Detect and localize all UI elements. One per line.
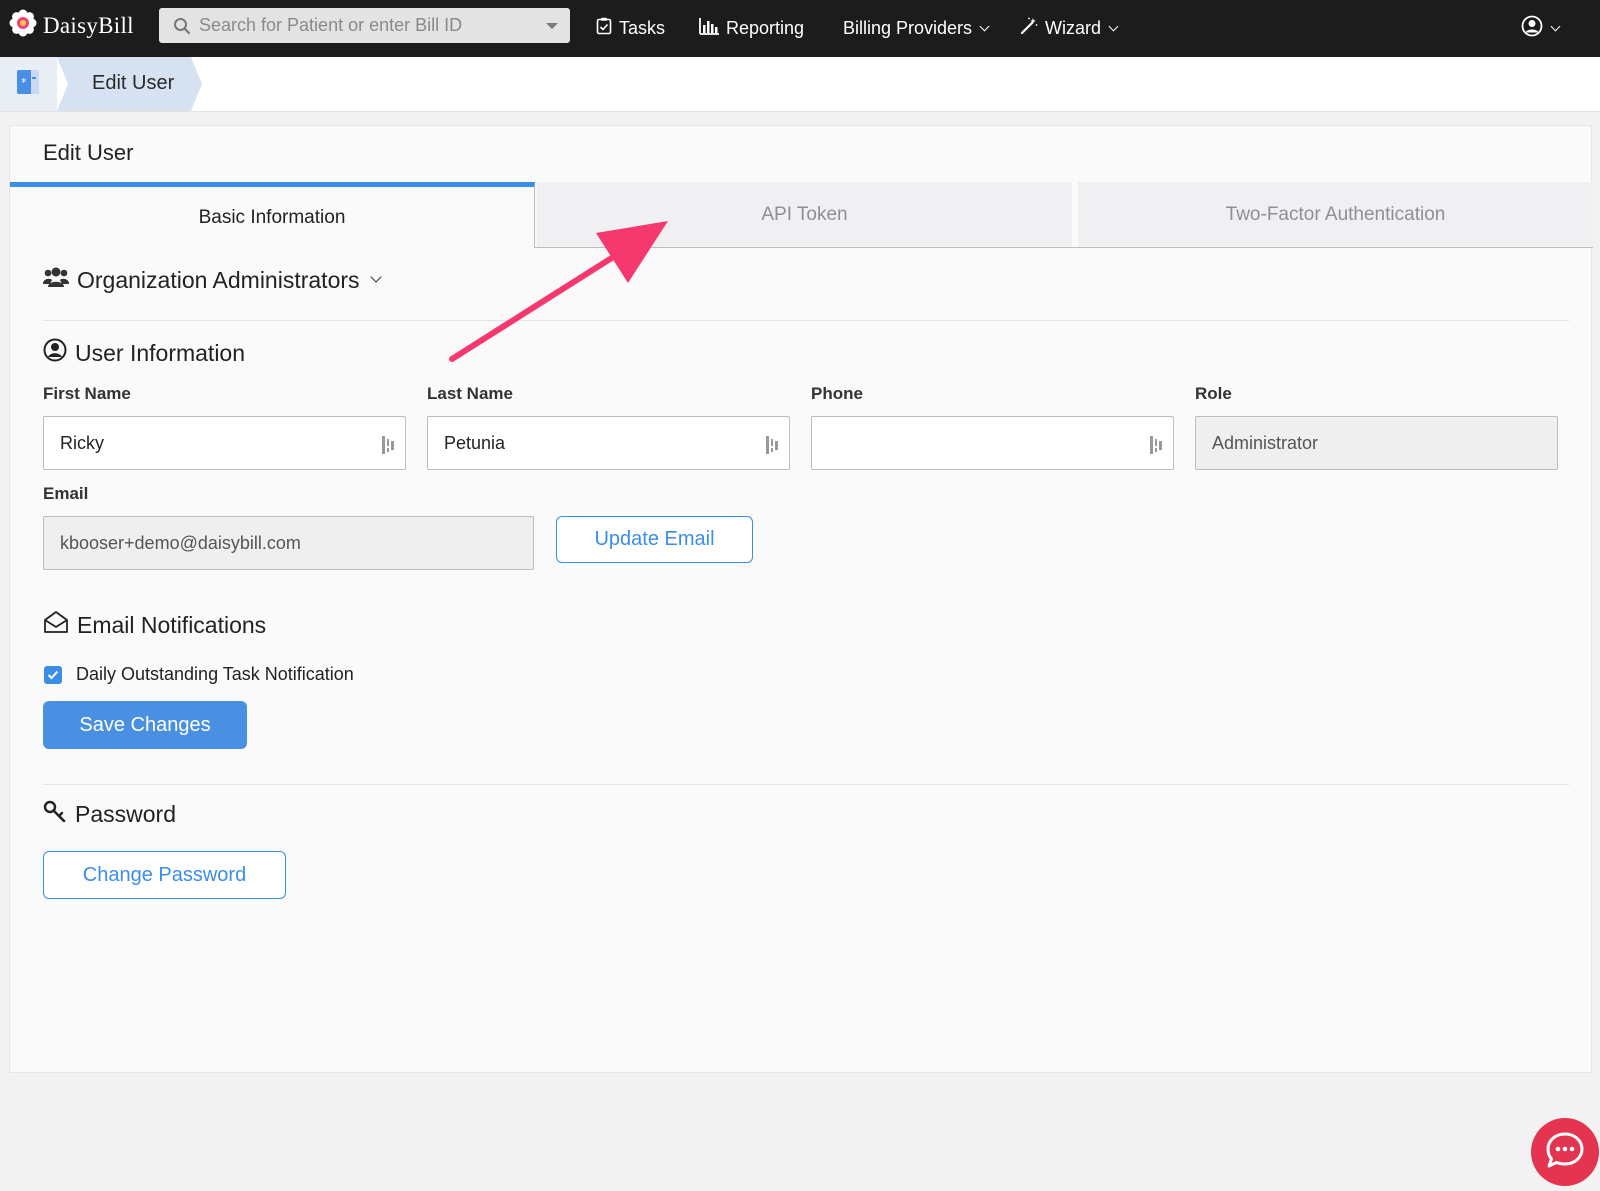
first-name-field[interactable] [43, 416, 406, 470]
autofill-icon[interactable] [381, 435, 397, 460]
magic-wand-icon [1020, 17, 1038, 40]
last-name-field[interactable] [427, 416, 790, 470]
section-title-password: Password [75, 800, 176, 827]
edit-user-card: Edit User Basic Information API Token Tw… [9, 125, 1593, 1073]
password-header: Password [43, 800, 176, 828]
save-changes-button[interactable]: Save Changes [43, 701, 247, 749]
nav-wizard[interactable]: Wizard [1020, 0, 1119, 57]
email-input [44, 517, 533, 569]
document-icon: * [16, 68, 42, 101]
nav-reporting[interactable]: Reporting [699, 0, 804, 57]
user-menu[interactable] [1521, 0, 1561, 57]
first-name-label: First Name [43, 384, 131, 403]
key-icon [43, 800, 67, 828]
section-title-org-admins: Organization Administrators [77, 266, 360, 293]
nav-tasks-label: Tasks [619, 18, 666, 38]
tab-bar: Basic Information API Token Two-Factor A… [10, 182, 1593, 248]
tab-label: API Token [761, 203, 848, 225]
role-field [1195, 416, 1558, 470]
org-admins-toggle[interactable]: Organization Administrators [43, 266, 382, 294]
section-title-email-notifications: Email Notifications [77, 611, 267, 638]
tab-two-factor-authentication[interactable]: Two-Factor Authentication [1078, 182, 1593, 248]
breadcrumb: * Edit User [0, 57, 1600, 112]
chat-bubble-icon [1545, 1131, 1585, 1174]
email-field [43, 516, 534, 570]
phone-field[interactable] [811, 416, 1174, 470]
autofill-icon[interactable] [765, 435, 781, 460]
last-name-label: Last Name [427, 384, 513, 403]
search-input[interactable] [191, 15, 521, 36]
daily-task-checkbox[interactable] [44, 666, 62, 684]
autofill-icon[interactable] [1149, 435, 1165, 460]
daily-task-label: Daily Outstanding Task Notification [76, 664, 354, 684]
section-divider [43, 784, 1569, 785]
nav-wizard-label: Wizard [1045, 18, 1102, 38]
tab-api-token[interactable]: API Token [537, 182, 1072, 248]
update-email-button[interactable]: Update Email [556, 516, 753, 563]
users-group-icon [43, 266, 69, 294]
tab-label: Two-Factor Authentication [1225, 203, 1446, 225]
breadcrumb-current: Edit User [92, 72, 175, 94]
user-circle-icon [1521, 15, 1543, 42]
brand-name: DaisyBill [43, 12, 134, 38]
user-information-header: User Information [43, 338, 245, 368]
bar-chart-icon [699, 17, 719, 40]
chevron-down-icon [369, 271, 382, 283]
chevron-down-icon [1108, 21, 1119, 31]
first-name-input[interactable] [44, 417, 405, 469]
svg-text:*: * [21, 76, 27, 89]
nav-billing-providers-label: Billing Providers [843, 18, 973, 38]
change-password-button[interactable]: Change Password [43, 851, 286, 899]
clipboard-check-icon [596, 17, 612, 40]
brand-logo[interactable]: DaisyBill [9, 9, 134, 42]
daisy-icon [9, 9, 37, 42]
nav-billing-providers[interactable]: Billing Providers [843, 0, 990, 57]
user-circle-icon [43, 338, 67, 368]
role-label: Role [1195, 384, 1232, 403]
last-name-input[interactable] [428, 417, 789, 469]
email-label: Email [43, 484, 89, 503]
nav-tasks[interactable]: Tasks [596, 0, 665, 57]
chevron-down-icon [979, 21, 990, 31]
email-notifications-header: Email Notifications [43, 610, 266, 640]
section-title-user-info: User Information [75, 339, 246, 366]
tab-basic-information[interactable]: Basic Information [10, 182, 535, 248]
nav-reporting-label: Reporting [726, 18, 805, 38]
role-input [1196, 417, 1557, 469]
chat-button[interactable] [1531, 1118, 1599, 1186]
search-bar[interactable] [159, 8, 570, 43]
search-dropdown-icon[interactable] [546, 23, 558, 29]
top-navbar: DaisyBill Tasks Reporting Billing Provid… [0, 0, 1600, 57]
tab-label: Basic Information [198, 206, 346, 228]
search-icon [173, 17, 191, 35]
envelope-open-icon [43, 610, 69, 640]
chevron-down-icon [1550, 21, 1561, 31]
checkmark-icon [47, 670, 59, 680]
page-title: Edit User [43, 140, 134, 165]
phone-input[interactable] [812, 417, 1173, 469]
section-divider [43, 320, 1569, 321]
phone-label: Phone [811, 384, 863, 403]
